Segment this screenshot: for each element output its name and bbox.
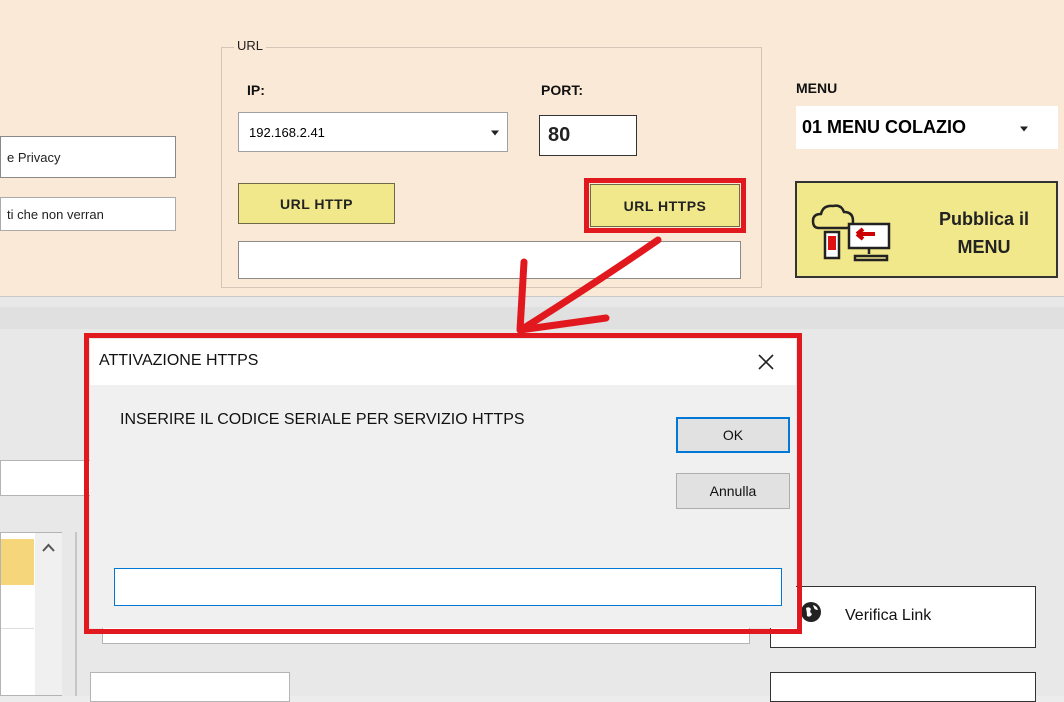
dialog-titlebar: ATTIVAZIONE HTTPS <box>90 339 796 385</box>
cancel-button-label: Annulla <box>709 483 757 499</box>
ok-button-label: OK <box>722 427 744 443</box>
https-activation-dialog: ATTIVAZIONE HTTPS INSERIRE IL CODICE SER… <box>90 339 796 628</box>
close-icon[interactable] <box>758 354 774 370</box>
ok-button[interactable]: OK <box>676 417 790 453</box>
cancel-button[interactable]: Annulla <box>676 473 790 509</box>
dialog-title: ATTIVAZIONE HTTPS <box>99 352 259 369</box>
serial-code-input[interactable] <box>114 568 782 606</box>
dialog-message: INSERIRE IL CODICE SERIALE PER SERVIZIO … <box>120 411 525 428</box>
